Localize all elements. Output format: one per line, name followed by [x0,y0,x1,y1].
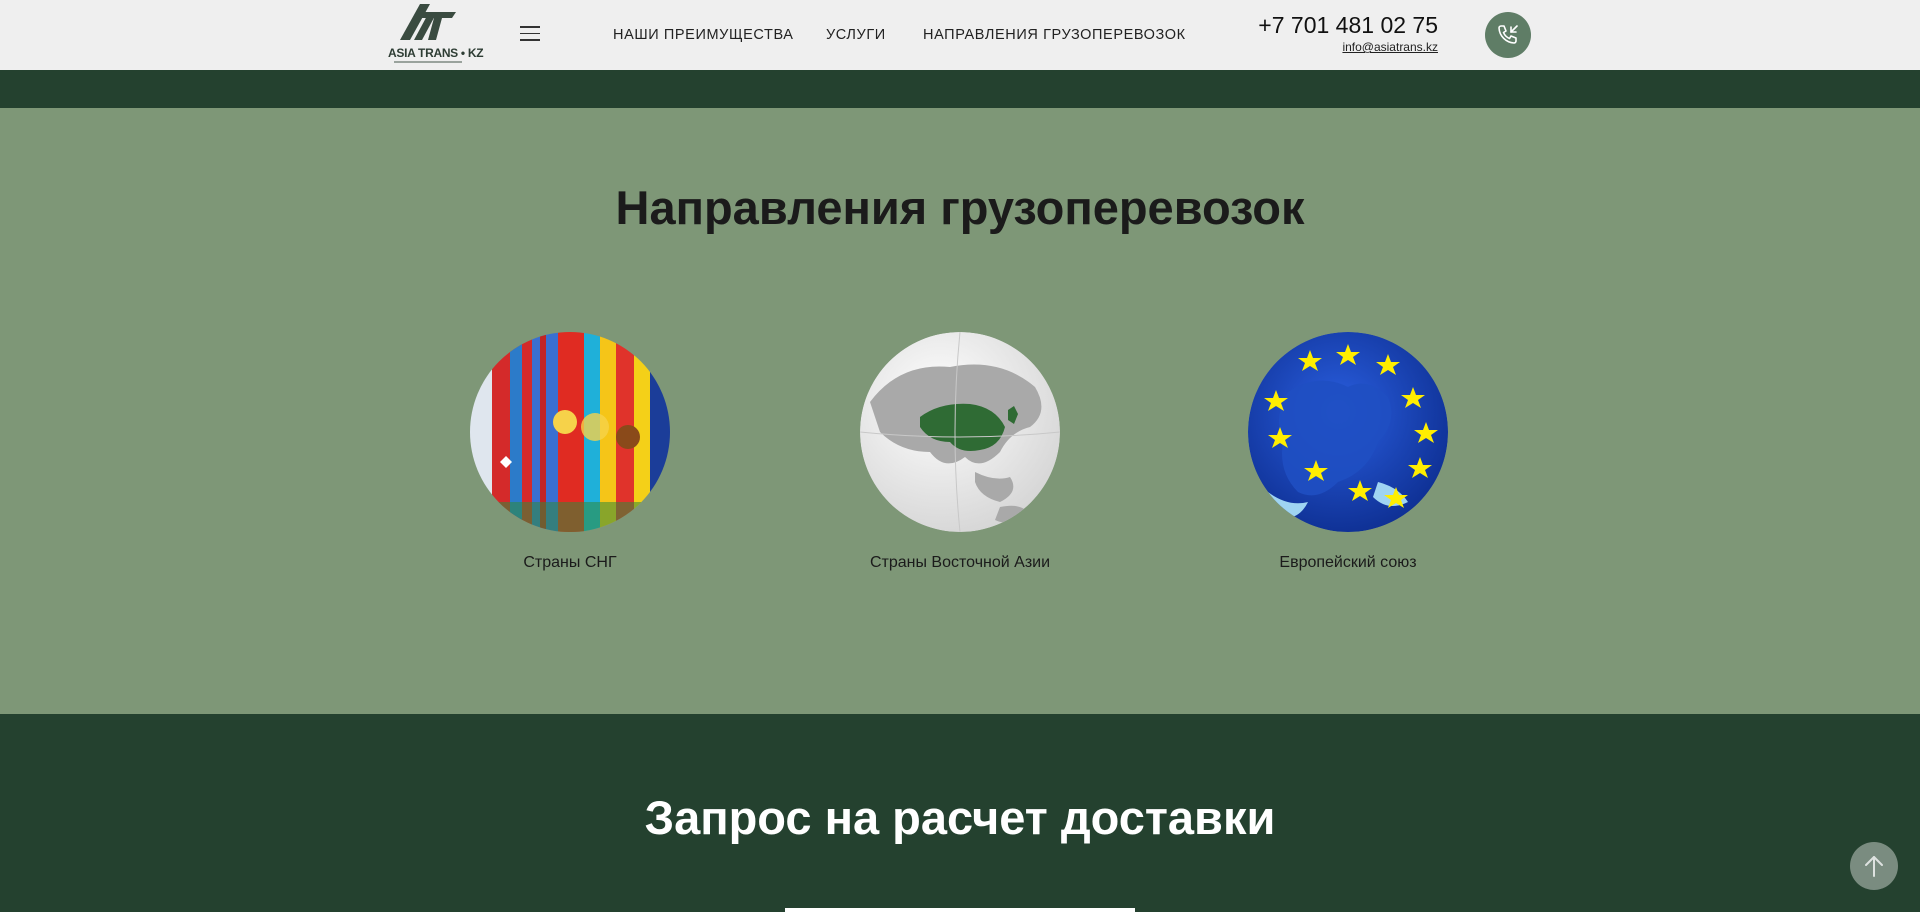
direction-label-eu: Европейский союз [1279,554,1417,571]
direction-card-eu[interactable]: Европейский союз [1198,332,1498,592]
header-divider-strip [0,70,1920,108]
logo-text: ASIA TRANS • KZ [388,46,484,60]
nav-services[interactable]: УСЛУГИ [826,27,886,43]
logo[interactable]: ASIA TRANS • KZ [388,4,484,66]
menu-icon[interactable] [520,26,542,42]
callback-button[interactable] [1485,12,1531,58]
eu-globe-icon [1248,332,1448,532]
east-asia-globe-icon [860,332,1060,532]
email-link[interactable]: info@asiatrans.kz [1290,40,1438,54]
logo-tagline-line [394,61,462,63]
logo-mark-icon [400,4,456,40]
phone-number[interactable]: +7 701 481 02 75 [1250,12,1438,39]
request-title: Запрос на расчет доставки [644,791,1276,844]
phone-callback-icon [1498,25,1518,44]
nav-advantages[interactable]: НАШИ ПРЕИМУЩЕСТВА [613,27,794,43]
nav-directions[interactable]: НАПРАВЛЕНИЯ ГРУЗОПЕРЕВОЗОК [923,27,1186,43]
request-form-top-edge [785,908,1135,912]
scroll-to-top-button[interactable] [1850,842,1898,890]
directions-section: Направления грузоперевозок Страны СНГ Ст… [0,108,1920,714]
directions-title: Направления грузоперевозок [615,181,1305,234]
direction-card-cis[interactable]: Страны СНГ [420,332,720,592]
direction-label-east-asia: Страны Восточной Азии [869,554,1051,571]
arrow-up-icon [1865,856,1883,877]
direction-label-cis: Страны СНГ [523,554,617,571]
cis-flags-icon [470,332,670,532]
direction-card-east-asia[interactable]: Страны Восточной Азии [810,332,1110,592]
site-header: ASIA TRANS • KZ НАШИ ПРЕИМУЩЕСТВА УСЛУГИ… [0,0,1920,70]
